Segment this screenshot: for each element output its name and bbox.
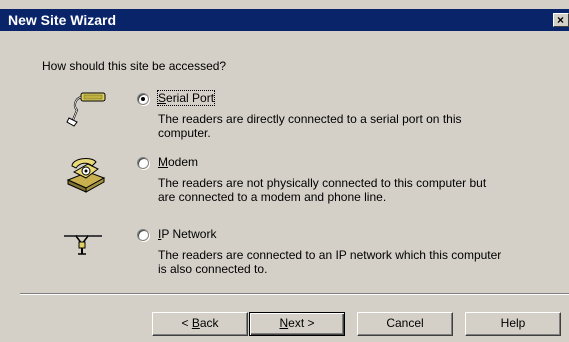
back-button[interactable]: < Back	[152, 312, 248, 336]
close-button[interactable]: ×	[553, 13, 569, 27]
next-button[interactable]: Next >	[249, 312, 345, 336]
modem-description: The readers are not physically connected…	[158, 176, 487, 204]
modem-radio[interactable]	[137, 157, 149, 169]
ip-network-description: The readers are connected to an IP netwo…	[158, 248, 502, 276]
modem-label[interactable]: Modem	[158, 155, 198, 169]
cancel-button[interactable]: Cancel	[357, 312, 453, 336]
serial-port-label[interactable]: Serial Port	[156, 90, 216, 106]
serial-port-description: The readers are directly connected to a …	[158, 112, 462, 140]
close-icon: ×	[557, 13, 565, 27]
question-label: How should this site be accessed?	[42, 59, 227, 73]
ip-network-label[interactable]: IP Network	[158, 227, 216, 241]
wizard-window: New Site Wizard × How should this site b…	[0, 0, 569, 342]
serial-cable-icon	[66, 92, 106, 127]
title-bar[interactable]: New Site Wizard ×	[0, 9, 569, 31]
ip-network-radio[interactable]	[137, 229, 149, 241]
window-title: New Site Wizard	[8, 12, 117, 28]
serial-port-radio[interactable]	[137, 93, 149, 105]
network-connector-icon	[64, 235, 102, 255]
help-button[interactable]: Help	[465, 312, 561, 336]
separator-line	[20, 293, 569, 295]
modem-telephone-icon	[66, 158, 106, 193]
